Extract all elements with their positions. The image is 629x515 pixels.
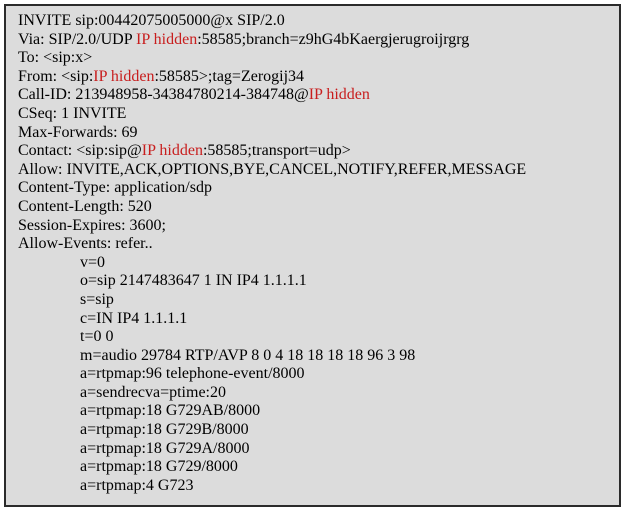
header-text: Call-ID: 213948958-34384780214-384748@ — [18, 86, 309, 104]
header-text: Content-Length: 520 — [18, 197, 152, 215]
header-text: :58585;branch=z9hG4bKaergjerugroijrgrg — [197, 30, 470, 48]
sdp-body-line: a=rtpmap:18 G729/8000 — [80, 458, 238, 476]
sip-message-text: INVITE sip:00442075005000@x SIP/2.0 Via: … — [18, 12, 613, 495]
sip-header-line: Call-ID: 213948958-34384780214-384748@IP… — [18, 86, 613, 105]
sip-header-line: To: <sip:x> — [18, 49, 613, 68]
sip-header-line: INVITE sip:00442075005000@x SIP/2.0 — [18, 12, 613, 31]
sip-header-line: Content-Type: application/sdp — [18, 179, 613, 198]
redacted-ip-text: IP hidden — [141, 142, 203, 160]
sip-header-line: Content-Length: 520 — [18, 198, 613, 217]
sip-header-line: Contact: <sip:sip@IP hidden:58585;transp… — [18, 142, 613, 161]
sdp-body-line: m=audio 29784 RTP/AVP 8 0 4 18 18 18 18 … — [80, 346, 416, 364]
redacted-ip-text: IP hidden — [308, 86, 370, 104]
sdp-body-line: a=rtpmap:4 G723 — [80, 476, 194, 494]
sip-header-line: From: <sip:IP hidden:58585>;tag=Zerogij3… — [18, 68, 613, 87]
sdp-body-line: a=sendrecva=ptime:20 — [80, 383, 226, 401]
sdp-body-line: v=0 — [80, 253, 106, 271]
header-text: Allow-Events: refer.. — [18, 235, 153, 253]
header-text: To: <sip:x> — [18, 49, 93, 67]
sdp-body-line: o=sip 2147483647 1 IN IP4 1.1.1.1 — [80, 272, 307, 290]
sip-header-line: CSeq: 1 INVITE — [18, 105, 613, 124]
sdp-body-line: a=rtpmap:18 G729AB/8000 — [80, 402, 261, 420]
sdp-body-line: a=rtpmap:96 telephone-event/8000 — [80, 365, 305, 383]
sdp-body-line: a=rtpmap:18 G729A/8000 — [80, 439, 250, 457]
sdp-body-line: s=sip — [80, 290, 114, 308]
header-text: Contact: <sip:sip@ — [18, 142, 142, 160]
redacted-ip-text: IP hidden — [136, 30, 198, 48]
header-text: From: <sip: — [18, 67, 94, 85]
header-text: Session-Expires: 3600; — [18, 216, 166, 234]
header-text: CSeq: 1 INVITE — [18, 104, 127, 122]
header-text: :58585;transport=udp> — [202, 142, 351, 160]
sip-header-line: Session-Expires: 3600; — [18, 217, 613, 236]
header-text: INVITE sip:00442075005000@x SIP/2.0 — [18, 12, 285, 29]
sdp-body-line: a=rtpmap:18 G729B/8000 — [80, 421, 249, 439]
sip-message-panel: INVITE sip:00442075005000@x SIP/2.0 Via: … — [4, 4, 621, 507]
header-text: Via: SIP/2.0/UDP — [18, 30, 137, 48]
header-text: :58585>;tag=Zerogij34 — [154, 67, 305, 85]
redacted-ip-text: IP hidden — [93, 67, 155, 85]
sip-header-line: Via: SIP/2.0/UDP IP hidden:58585;branch=… — [18, 31, 613, 50]
sdp-body-line: t=0 0 — [80, 328, 114, 346]
sip-header-line: Allow-Events: refer.. — [18, 235, 613, 254]
header-text: Max-Forwards: 69 — [18, 123, 138, 141]
sdp-body-line: c=IN IP4 1.1.1.1 — [80, 309, 188, 327]
sip-header-line: Allow: INVITE,ACK,OPTIONS,BYE,CANCEL,NOT… — [18, 161, 613, 180]
sip-header-line: Max-Forwards: 69 — [18, 124, 613, 143]
header-text: Content-Type: application/sdp — [18, 179, 212, 197]
header-text: Allow: INVITE,ACK,OPTIONS,BYE,CANCEL,NOT… — [18, 160, 527, 178]
